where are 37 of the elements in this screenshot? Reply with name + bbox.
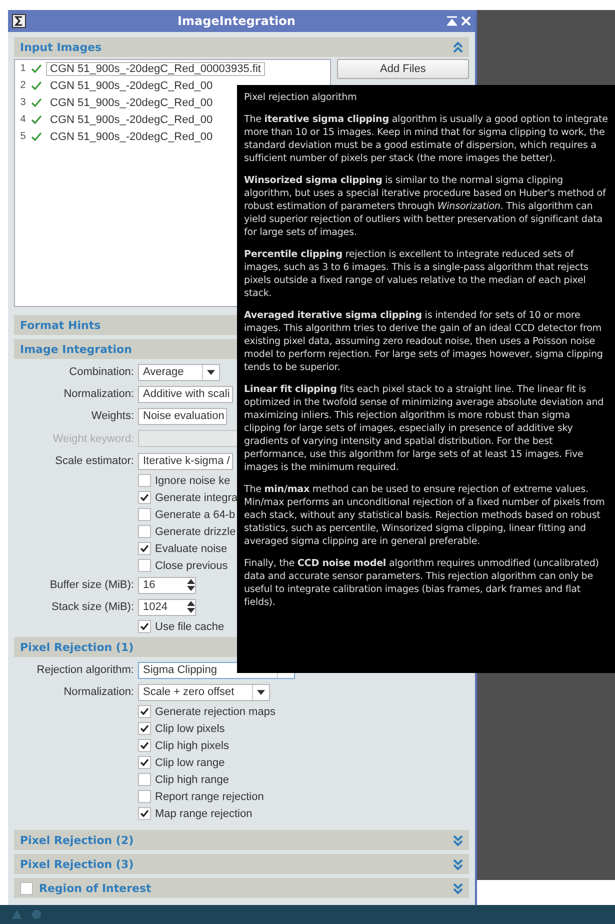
checkbox-label: Generate rejection maps xyxy=(155,706,276,718)
tooltip-paragraph: Winsorized sigma clipping is similar to the normal sigma clipping algorithm, but uses a special iterative procedure based on Huber's method of robust estimation of parameters through Winsorization. This algorithm can yield superior rejection of outliers with better preservation of significant data for large sets of images. xyxy=(244,174,607,239)
checkbox-label: Clip high range xyxy=(155,774,229,786)
checkbox-label: Report range rejection xyxy=(155,790,264,802)
checkbox-label: Generate drizzle xyxy=(155,526,236,538)
field-label: Normalization: xyxy=(62,686,134,698)
checkbox-label: Close previous xyxy=(155,560,228,572)
field-label: Rejection algorithm: xyxy=(36,664,134,676)
checkbox-label: Generate integra xyxy=(155,492,238,504)
checkbox-label: Map range rejection xyxy=(155,808,252,820)
row-number: 1 xyxy=(19,63,27,74)
tooltip-paragraph: Finally, the CCD noise model algorithm requires unmodified (uncalibrated) data and accurate sensor parameters. This rejection algorithm can only be useful to integrate calibration images (bias frames, dark frames and flat fields). xyxy=(244,557,600,609)
row-number: 3 xyxy=(19,97,27,108)
checkbox-label: Use file cache xyxy=(155,620,224,632)
field-label: Stack size (MiB): xyxy=(50,601,134,613)
field-label: Normalization: xyxy=(62,388,134,400)
row-number: 5 xyxy=(19,131,27,142)
row-number: 4 xyxy=(19,114,27,125)
field-label: Weight keyword: xyxy=(52,432,134,444)
field-label: Combination: xyxy=(68,366,134,378)
field-label: Buffer size (MiB): xyxy=(48,579,134,591)
checkbox-label: Evaluate noise xyxy=(155,542,228,554)
tooltip-paragraph: The min/max method can be used to ensure rejection of extreme values. Min/max performs an unconditional rejection of a fixed number of pixels from each stack, without any statistical basis. Rejection methods based on robust statistics, such as percentile, Winsorized sigma clipping, linear fitting and averaged sigma clipping are in general preferable. xyxy=(244,483,606,548)
checkbox-label: Ignore noise ke xyxy=(155,474,230,486)
tooltip-title: Pixel rejection algorithm xyxy=(244,91,358,104)
window-title: ImageIntegration xyxy=(176,14,296,28)
field-label: Scale estimator: xyxy=(54,455,134,467)
tooltip-paragraph: Averaged iterative sigma clipping is intended for sets of 10 or more images. This algorithm tries to derive the gain of an ideal CCD detector from existing pixel data, assuming zero readout noise, then uses a Poisson noise model to perform rejection. For large sets of images however, sigma clipping tends to be superior. xyxy=(244,309,604,374)
checkbox-label: Clip low range xyxy=(155,756,225,768)
row-number: 2 xyxy=(19,80,27,91)
tooltip-paragraph: Linear fit clipping fits each pixel stack to a straight line. The linear fit is optimized in the twofold sense of minimizing average absolute deviation and maximizing inliers. This rejection algorithm is more robust than sigma clipping for large sets of images, especially in presence of additive sky gradients of varying intensity and spatial distribution. For the best performance, use this algorithm for large sets of at least 15 images. Five images is the minimum required. xyxy=(244,383,605,474)
checkbox-label: Clip high pixels xyxy=(155,740,229,752)
checkbox-label: Clip low pixels xyxy=(155,722,225,734)
tooltip-paragraph: Percentile clipping rejection is excellent to integrate reduced sets of images, such as 3 to 6 images. This is a single-pass algorithm that rejects pixels outside a fixed range of values relative to the median of each pixel stack. xyxy=(244,248,590,300)
checkbox-label: Generate a 64-b xyxy=(155,508,236,520)
tooltip-paragraph: The iterative sigma clipping algorithm is usually a good option to integrate more than 10 or 15 images. Keep in mind that for sigma clipping to work, the standard deviation must be a good estimate of dispersion, which requires a sufficient number of pixels per stack (the more images the better). xyxy=(244,113,609,165)
field-label: Weights: xyxy=(90,410,134,422)
